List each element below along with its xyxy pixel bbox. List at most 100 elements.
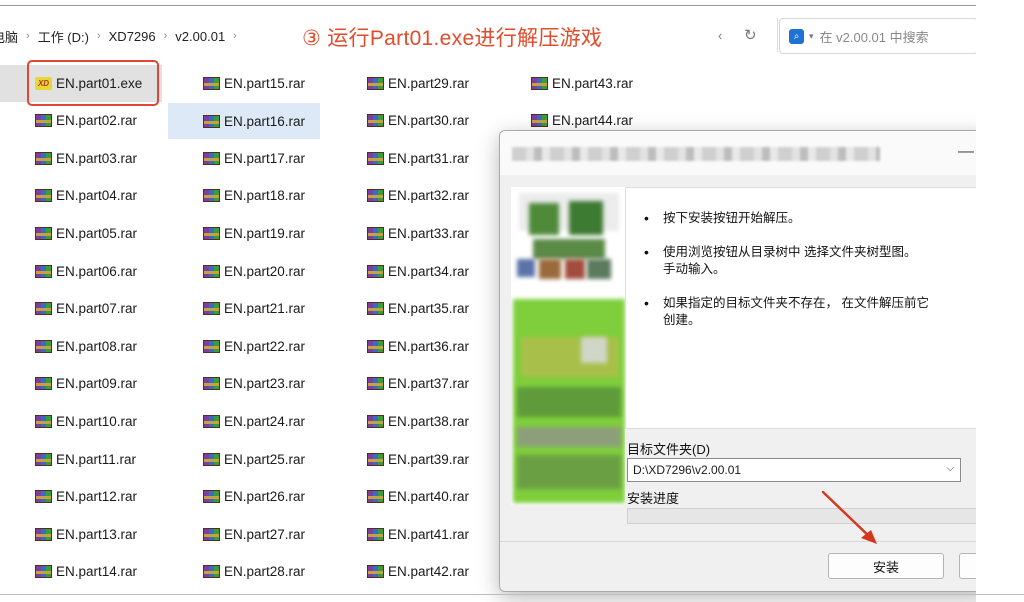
- file-name: EN.part43.rar: [552, 75, 634, 91]
- file-item[interactable]: EN.part08.rar: [35, 331, 137, 361]
- rar-archive-icon: [531, 76, 548, 90]
- history-dropdown-icon[interactable]: ‹: [718, 28, 722, 43]
- search-box[interactable]: ⌕ ▾ 在 v2.00.01 中搜索: [779, 18, 978, 54]
- file-item[interactable]: EN.part10.rar: [35, 406, 137, 436]
- dest-folder-input[interactable]: D:\XD7296\v2.00.01 ⌵: [627, 458, 961, 482]
- file-name: EN.part35.rar: [388, 301, 470, 317]
- dialog-titlebar[interactable]: —: [500, 131, 990, 175]
- file-item[interactable]: EN.part13.rar: [35, 519, 137, 549]
- rar-archive-icon: [203, 264, 220, 278]
- file-item[interactable]: EN.part30.rar: [367, 106, 469, 136]
- file-item[interactable]: EN.part15.rar: [203, 68, 305, 98]
- rar-archive-icon: [35, 490, 52, 504]
- chevron-right-icon: ›: [233, 30, 237, 42]
- file-item[interactable]: EN.part31.rar: [367, 143, 469, 173]
- search-provider-icon: ⌕: [789, 28, 804, 44]
- instruction-2: 使用浏览按钮从目录树中 选择文件夹树型图。: [644, 244, 917, 261]
- file-item[interactable]: EN.part29.rar: [367, 68, 469, 98]
- file-name: EN.part02.rar: [56, 113, 138, 129]
- file-item[interactable]: EN.part06.rar: [35, 256, 137, 286]
- file-name: EN.part09.rar: [56, 376, 138, 392]
- file-item[interactable]: EN.part25.rar: [203, 444, 305, 474]
- file-name: EN.part08.rar: [56, 338, 138, 354]
- file-item[interactable]: EN.part34.rar: [367, 256, 469, 286]
- file-name: EN.part16.rar: [224, 113, 306, 129]
- file-item[interactable]: EN.part14.rar: [35, 557, 137, 587]
- file-item[interactable]: EN.part02.rar: [35, 106, 137, 136]
- file-item[interactable]: EN.part37.rar: [367, 369, 469, 399]
- file-item[interactable]: EN.part24.rar: [203, 406, 305, 436]
- file-item[interactable]: EN.part05.rar: [35, 218, 137, 248]
- file-name: EN.part25.rar: [224, 451, 306, 467]
- tutorial-annotation: ③ 运行Part01.exe进行解压游戏: [302, 27, 603, 50]
- file-item[interactable]: EN.part27.rar: [203, 519, 305, 549]
- install-button[interactable]: 安装: [828, 553, 944, 579]
- file-name: EN.part26.rar: [224, 489, 306, 505]
- file-item[interactable]: EN.part09.rar: [35, 369, 137, 399]
- refresh-icon[interactable]: ↻: [744, 26, 757, 44]
- progress-label: 安装进度: [627, 491, 680, 506]
- rar-archive-icon: [35, 189, 52, 203]
- file-name: EN.part22.rar: [224, 338, 306, 354]
- file-item[interactable]: EN.part19.rar: [203, 218, 305, 248]
- rar-archive-icon: [203, 189, 220, 203]
- file-item[interactable]: EN.part11.rar: [35, 444, 136, 474]
- file-item[interactable]: EN.part18.rar: [203, 181, 305, 211]
- rar-archive-icon: [367, 339, 384, 353]
- rar-archive-icon: [203, 226, 220, 240]
- file-name: EN.part11.rar: [56, 451, 137, 467]
- file-name: EN.part28.rar: [224, 564, 306, 580]
- breadcrumb-item-drive[interactable]: 工作 (D:): [34, 27, 93, 46]
- file-name: EN.part19.rar: [224, 225, 306, 241]
- breadcrumb-item-version[interactable]: v2.00.01: [171, 29, 229, 44]
- file-item[interactable]: EN.part33.rar: [367, 218, 469, 248]
- rar-archive-icon: [367, 414, 384, 428]
- file-item[interactable]: EN.part04.rar: [35, 181, 137, 211]
- file-name: EN.part33.rar: [388, 225, 470, 241]
- rar-archive-icon: [367, 151, 384, 165]
- instruction-2b: 手动输入。: [663, 262, 726, 276]
- file-item[interactable]: EN.part41.rar: [367, 519, 469, 549]
- file-item[interactable]: EN.part23.rar: [203, 369, 305, 399]
- rar-archive-icon: [367, 452, 384, 466]
- file-name: EN.part37.rar: [388, 376, 470, 392]
- file-item[interactable]: EN.part07.rar: [35, 294, 137, 324]
- rar-archive-icon: [35, 264, 52, 278]
- minimize-icon[interactable]: —: [958, 143, 974, 161]
- breadcrumb-item-pc[interactable]: 电脑: [0, 27, 22, 46]
- file-item[interactable]: EN.part35.rar: [367, 294, 469, 324]
- file-item[interactable]: EN.part36.rar: [367, 331, 469, 361]
- chevron-down-icon[interactable]: ⌵: [946, 463, 954, 474]
- file-item[interactable]: EN.part38.rar: [367, 406, 469, 436]
- rar-archive-icon: [35, 414, 52, 428]
- file-item[interactable]: EN.part43.rar: [531, 68, 633, 98]
- chevron-right-icon: ›: [163, 30, 168, 42]
- search-input[interactable]: 在 v2.00.01 中搜索: [820, 27, 929, 46]
- file-name: EN.part39.rar: [388, 451, 470, 467]
- rar-archive-icon: [203, 565, 220, 579]
- chevron-down-icon[interactable]: ▾: [809, 31, 814, 42]
- file-item[interactable]: EN.part39.rar: [367, 444, 469, 474]
- file-name: EN.part07.rar: [56, 301, 138, 317]
- file-item[interactable]: EN.part20.rar: [203, 256, 305, 286]
- file-item[interactable]: EN.part21.rar: [203, 294, 305, 324]
- file-item[interactable]: EN.part22.rar: [203, 331, 305, 361]
- dest-folder-value[interactable]: D:\XD7296\v2.00.01: [633, 463, 741, 477]
- file-item[interactable]: EN.part42.rar: [367, 557, 469, 587]
- file-item[interactable]: EN.part12.rar: [35, 482, 137, 512]
- file-item[interactable]: EN.part40.rar: [367, 482, 469, 512]
- breadcrumb-item-folder[interactable]: XD7296: [105, 29, 160, 44]
- file-name: EN.part04.rar: [56, 188, 138, 204]
- rar-archive-icon: [35, 226, 52, 240]
- file-item[interactable]: EN.part03.rar: [35, 143, 137, 173]
- file-item[interactable]: EN.part28.rar: [203, 557, 305, 587]
- instruction-1: 按下安装按钮开始解压。: [644, 210, 800, 227]
- file-item[interactable]: EN.part17.rar: [203, 143, 305, 173]
- file-name: EN.part23.rar: [224, 376, 306, 392]
- bottom-divider: [0, 594, 1024, 595]
- file-item[interactable]: EN.part32.rar: [367, 181, 469, 211]
- rar-archive-icon: [203, 302, 220, 316]
- file-name: EN.part14.rar: [56, 564, 138, 580]
- file-item[interactable]: EN.part26.rar: [203, 482, 305, 512]
- file-item[interactable]: EN.part16.rar: [168, 103, 320, 139]
